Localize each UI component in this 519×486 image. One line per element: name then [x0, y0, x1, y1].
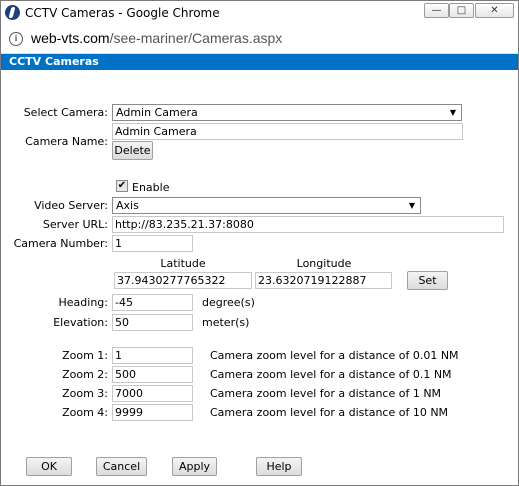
maximize-button[interactable]: □ [449, 3, 474, 18]
video-server-label: Video Server: [34, 199, 108, 212]
info-icon[interactable]: i [9, 32, 23, 46]
select-camera-dropdown[interactable]: Admin Camera ▼ [112, 104, 462, 121]
browser-window: CCTV Cameras - Google Chrome — □ ✕ i web… [0, 0, 519, 486]
server-url-label: Server URL: [42, 218, 108, 231]
url-host: web-vts.com [31, 30, 110, 46]
page-header: CCTV Cameras [1, 54, 518, 70]
zoom-1-input[interactable]: 1 [112, 347, 193, 364]
title-bar: CCTV Cameras - Google Chrome — □ ✕ [1, 1, 518, 24]
heading-input[interactable]: -45 [112, 294, 193, 311]
set-button[interactable]: Set [407, 271, 448, 290]
cancel-button[interactable]: Cancel [96, 457, 147, 476]
delete-button[interactable]: Delete [112, 141, 153, 160]
longitude-label: Longitude [296, 257, 352, 270]
zoom-3-input[interactable]: 7000 [112, 385, 193, 402]
camera-name-label: Camera Name: [25, 135, 108, 148]
camera-name-input[interactable]: Admin Camera [112, 123, 463, 140]
close-button[interactable]: ✕ [475, 3, 514, 18]
zoom-1-label: Zoom 1: [62, 349, 108, 362]
heading-unit: degree(s) [202, 296, 255, 309]
elevation-label: Elevation: [53, 316, 108, 329]
elevation-input[interactable]: 50 [112, 314, 193, 331]
latitude-input[interactable]: 37.9430277765322 [114, 272, 252, 289]
video-server-dropdown[interactable]: Axis ▼ [112, 197, 421, 214]
address-bar[interactable]: i web-vts.com/see-mariner/Cameras.aspx [1, 24, 518, 54]
ok-button[interactable]: OK [26, 457, 72, 476]
zoom-4-description: Camera zoom level for a distance of 10 N… [210, 406, 449, 419]
dropdown-arrow-icon: ▼ [449, 108, 456, 117]
server-url-input[interactable]: http://83.235.21.37:8080 [112, 216, 504, 233]
heading-label: Heading: [58, 296, 108, 309]
zoom-4-label: Zoom 4: [62, 406, 108, 419]
help-button[interactable]: Help [256, 457, 302, 476]
zoom-2-description: Camera zoom level for a distance of 0.1 … [210, 368, 452, 381]
zoom-3-description: Camera zoom level for a distance of 1 NM [210, 387, 442, 400]
zoom-3-label: Zoom 3: [62, 387, 108, 400]
latitude-label: Latitude [160, 257, 206, 270]
zoom-1-description: Camera zoom level for a distance of 0.01… [210, 349, 459, 362]
apply-button[interactable]: Apply [172, 457, 217, 476]
select-camera-label: Select Camera: [23, 106, 108, 119]
enable-checkbox[interactable]: ✔ [116, 180, 128, 192]
window-title: CCTV Cameras - Google Chrome [25, 6, 220, 20]
minimize-button[interactable]: — [424, 3, 449, 18]
camera-number-label: Camera Number: [13, 237, 108, 250]
zoom-2-label: Zoom 2: [62, 368, 108, 381]
camera-number-input[interactable]: 1 [112, 235, 193, 252]
url-text[interactable]: web-vts.com/see-mariner/Cameras.aspx [31, 30, 282, 46]
dropdown-arrow-icon: ▼ [408, 201, 415, 210]
select-camera-value: Admin Camera [116, 106, 198, 119]
elevation-unit: meter(s) [202, 316, 250, 329]
longitude-input[interactable]: 23.6320719122887 [255, 272, 392, 289]
enable-label: Enable [132, 181, 170, 194]
app-logo-icon [5, 5, 20, 20]
video-server-value: Axis [116, 199, 139, 212]
zoom-2-input[interactable]: 500 [112, 366, 193, 383]
url-path: /see-mariner/Cameras.aspx [109, 30, 283, 46]
zoom-4-input[interactable]: 9999 [112, 404, 193, 421]
